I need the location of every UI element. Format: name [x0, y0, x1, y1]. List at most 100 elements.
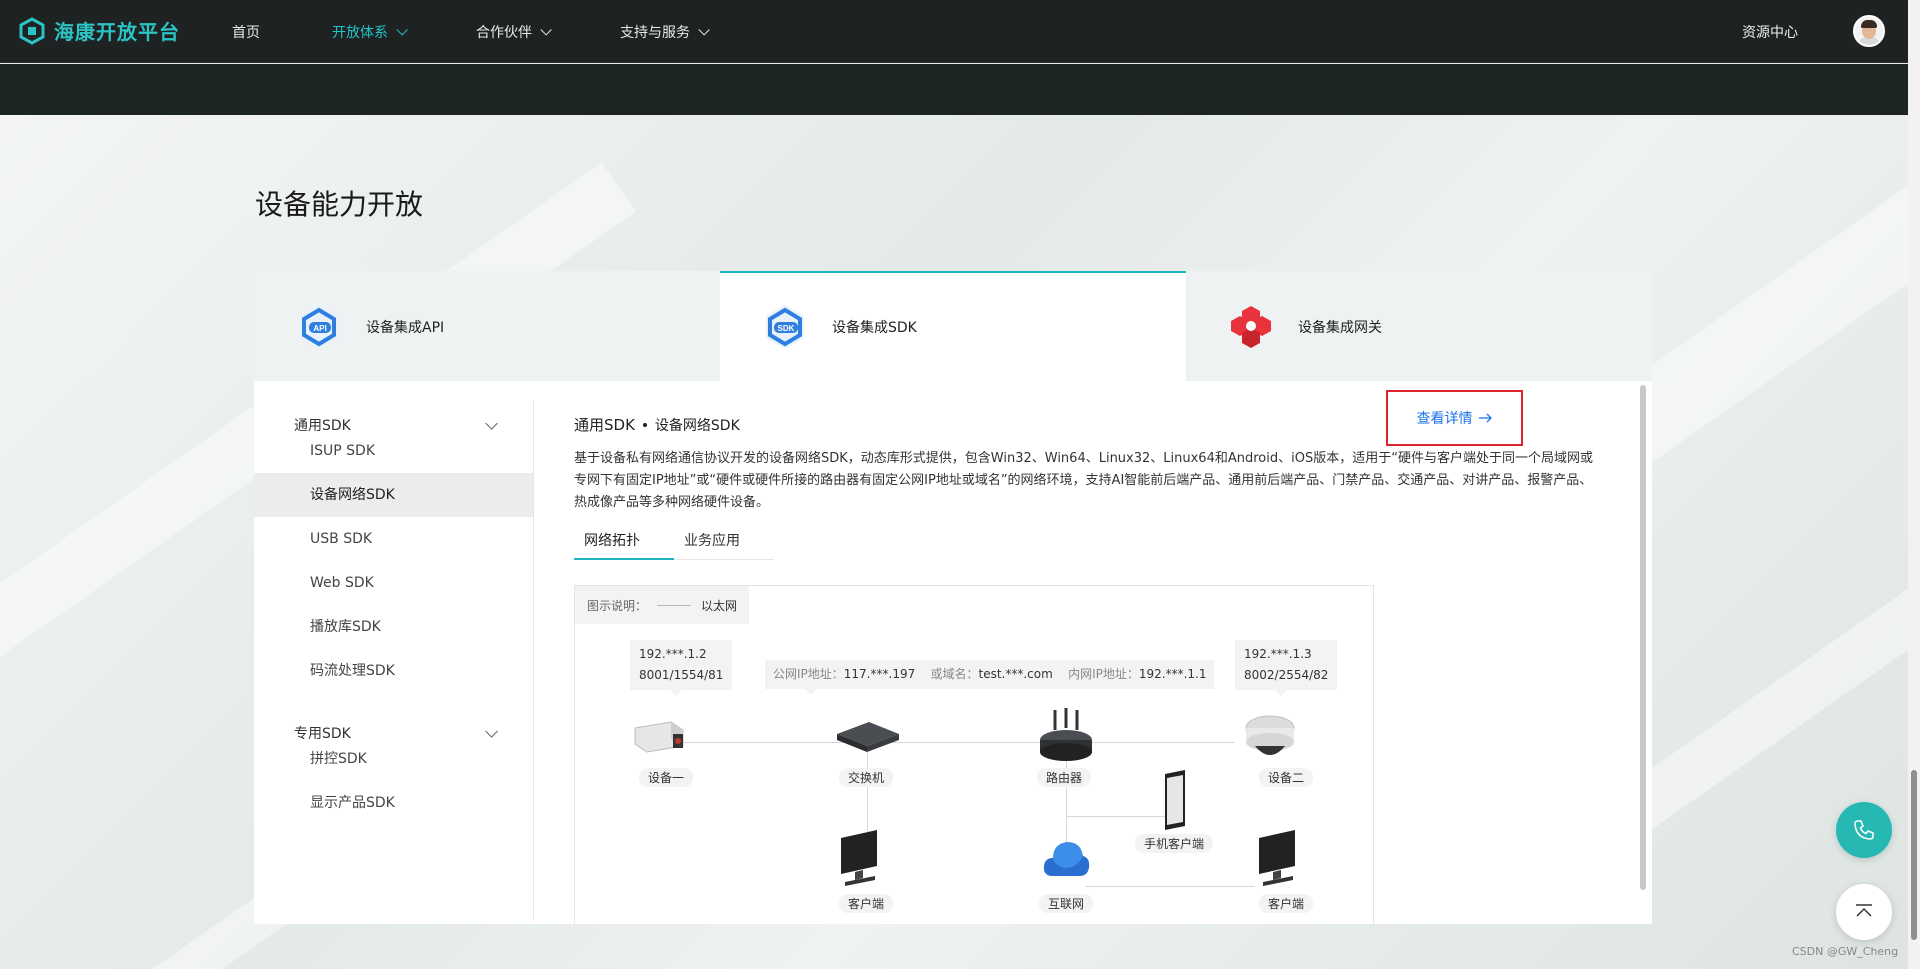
svg-text:SDK: SDK — [778, 324, 795, 333]
legend-label: 图示说明： — [587, 598, 648, 613]
sidebar-item-usb-sdk[interactable]: USB SDK — [254, 517, 533, 561]
router-public-label: 公网IP地址： — [773, 667, 844, 681]
nav-support[interactable]: 支持与服务 — [620, 22, 710, 42]
label-device1: 设备一 — [639, 768, 694, 787]
chevron-down-icon — [396, 23, 408, 36]
mobile-phone-icon — [1165, 770, 1185, 830]
router-lan-label: 内网IP地址： — [1068, 667, 1139, 681]
sdk-icon: SDK — [766, 305, 804, 349]
breadcrumb-sub: 设备网络SDK — [654, 417, 740, 434]
router-info: 公网IP地址：117.***.197 或域名：test.***.com 内网IP… — [765, 660, 1215, 695]
gateway-icon — [1231, 306, 1271, 348]
dome-camera-icon — [1245, 715, 1295, 755]
api-icon: API — [300, 305, 338, 349]
sidebar-item-display-sdk[interactable]: 显示产品SDK — [254, 781, 533, 825]
breadcrumb: 通用SDK 设备网络SDK — [574, 414, 740, 435]
router-domain: test.***.com — [978, 667, 1053, 681]
tab-api[interactable]: API 设备集成API — [254, 271, 720, 381]
arrow-right-icon — [1478, 413, 1492, 423]
nav-open-system[interactable]: 开放体系 — [332, 22, 408, 42]
sdk-panel: 通用SDK ISUP SDK 设备网络SDK USB SDK Web SDK 播… — [254, 381, 1652, 924]
device2-ip: 192.***.1.3 — [1244, 647, 1312, 661]
router-public-ip: 117.***.197 — [843, 667, 916, 681]
sidebar-item-device-network-sdk[interactable]: 设备网络SDK — [254, 473, 533, 517]
chevron-down-icon — [698, 23, 710, 36]
content-subtabs: 网络拓扑 业务应用 — [574, 528, 774, 560]
sidebar-item-player-sdk[interactable]: 播放库SDK — [254, 605, 533, 649]
view-details-button[interactable]: 查看详情 — [1386, 390, 1523, 446]
breadcrumb-main: 通用SDK — [574, 416, 635, 434]
panel-scrollbar[interactable] — [1640, 385, 1646, 890]
svg-text:API: API — [313, 324, 326, 333]
wire-main — [675, 742, 1235, 743]
wire-internet-client — [1085, 886, 1255, 887]
view-details-label: 查看详情 — [1416, 411, 1473, 427]
logo[interactable]: 海康开放平台 — [18, 16, 180, 45]
chevron-down-icon — [485, 724, 498, 738]
tab-gateway-label: 设备集成网关 — [1298, 320, 1382, 336]
device2-info: 192.***.1.3 8002/2554/82 — [1235, 640, 1338, 696]
bullet-camera-icon — [634, 721, 684, 753]
phone-icon — [1854, 820, 1874, 840]
router-lan-ip: 192.***.1.1 — [1138, 667, 1207, 681]
nav-partners-label: 合作伙伴 — [476, 24, 532, 41]
logo-text: 海康开放平台 — [54, 20, 180, 44]
device2-ports: 8002/2554/82 — [1244, 668, 1329, 682]
router-domain-label: 或域名： — [930, 667, 979, 681]
desktop-client-icon — [1259, 830, 1295, 886]
cloud-internet-icon — [1043, 842, 1090, 876]
tab-network-topology[interactable]: 网络拓扑 — [574, 528, 674, 560]
label-mobile-client: 手机客户端 — [1135, 834, 1214, 853]
label-client2: 客户端 — [1259, 894, 1314, 913]
tab-business-application[interactable]: 业务应用 — [674, 528, 774, 560]
page-scrollbar[interactable] — [1908, 0, 1920, 969]
sdk-description: 基于设备私有网络通信协议开发的设备网络SDK，动态库形式提供，包含Win32、W… — [574, 451, 1593, 510]
diagram-legend: 图示说明： 以太网 — [575, 586, 750, 624]
scroll-thumb[interactable] — [1911, 770, 1917, 940]
tab-sdk-label: 设备集成SDK — [832, 320, 917, 336]
main-nav: 首页 开放体系 合作伙伴 支持与服务 — [232, 0, 778, 63]
nav-open-system-label: 开放体系 — [332, 24, 388, 41]
sdk-sidebar: 通用SDK ISUP SDK 设备网络SDK USB SDK Web SDK 播… — [254, 381, 534, 924]
chevron-down-icon — [485, 416, 498, 430]
switch-icon — [837, 722, 899, 752]
legend-ethernet: 以太网 — [701, 598, 738, 613]
back-to-top-button[interactable] — [1836, 884, 1892, 940]
logo-icon — [19, 16, 45, 45]
tab-sdk[interactable]: SDK 设备集成SDK — [720, 271, 1186, 381]
router-icon — [1040, 708, 1092, 761]
network-topology-diagram: 图示说明： 以太网 192.***.1.2 8001/1554/81 公网IP地… — [574, 585, 1374, 924]
tab-api-label: 设备集成API — [366, 320, 445, 336]
desktop-client-icon — [841, 830, 877, 886]
label-internet: 互联网 — [1039, 894, 1094, 913]
nav-support-label: 支持与服务 — [620, 24, 690, 41]
legend-line — [657, 604, 692, 606]
top-navbar: 海康开放平台 首页 开放体系 合作伙伴 支持与服务 资源中心 — [0, 0, 1908, 63]
device1-ports: 8001/1554/81 — [639, 668, 724, 682]
resource-center-link[interactable]: 资源中心 — [1742, 22, 1798, 42]
chevron-down-icon — [540, 23, 552, 36]
label-switch: 交换机 — [839, 768, 894, 787]
breadcrumb-separator — [642, 422, 647, 427]
sidebar-item-splice-sdk[interactable]: 拼控SDK — [254, 737, 533, 781]
label-client1: 客户端 — [839, 894, 894, 913]
nav-home-label: 首页 — [232, 24, 260, 41]
nav-home[interactable]: 首页 — [232, 22, 260, 42]
sidebar-divider — [533, 401, 534, 921]
capability-tabs: API 设备集成API SDK 设备集成SDK 设备集成网关 — [254, 271, 1652, 381]
avatar-hair — [1861, 20, 1877, 28]
section-title: 设备能力开放 — [255, 188, 424, 221]
hero-banner-strip — [0, 64, 1908, 115]
nav-partners[interactable]: 合作伙伴 — [476, 22, 552, 42]
label-device2: 设备二 — [1259, 768, 1314, 787]
contact-phone-button[interactable] — [1836, 802, 1892, 858]
tab-gateway[interactable]: 设备集成网关 — [1186, 271, 1652, 381]
arrow-up-icon — [1856, 904, 1872, 917]
device1-info: 192.***.1.2 8001/1554/81 — [630, 640, 733, 696]
sidebar-item-stream-sdk[interactable]: 码流处理SDK — [254, 649, 533, 693]
sidebar-item-isup-sdk[interactable]: ISUP SDK — [254, 429, 533, 473]
avatar[interactable] — [1853, 15, 1885, 47]
sidebar-item-web-sdk[interactable]: Web SDK — [254, 561, 533, 605]
label-router: 路由器 — [1037, 768, 1092, 787]
watermark: CSDN @GW_Cheng — [1792, 945, 1899, 958]
